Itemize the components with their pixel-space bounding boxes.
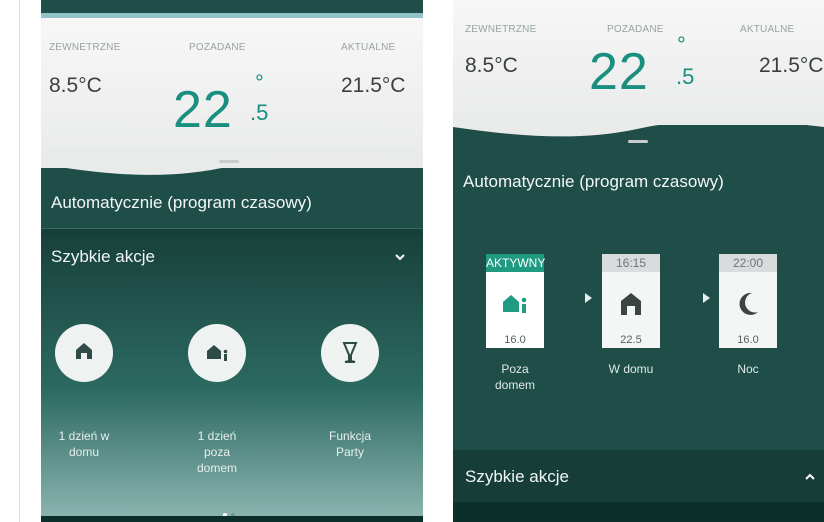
- schedule-card[interactable]: 22:00 16.0: [719, 254, 777, 348]
- desired-temp-integer[interactable]: 22: [173, 80, 233, 140]
- quick-actions-title[interactable]: Szybkie akcje: [51, 247, 155, 267]
- away-house-icon: [207, 345, 228, 361]
- bottom-bar: [41, 516, 423, 522]
- schedule-card-head: AKTYWNY: [486, 254, 546, 272]
- bottom-bar: [453, 502, 824, 522]
- schedule-card[interactable]: 16:15 22.5: [602, 254, 660, 348]
- temperature-header: ZEWNETRZNE POZADANE AKTUALNE 8.5°C 22 ° …: [41, 18, 423, 168]
- desired-temp-degree: °: [255, 70, 264, 95]
- schedule-card-active[interactable]: AKTYWNY 16.0: [486, 254, 546, 348]
- mode-label[interactable]: Automatycznie (program czasowy): [51, 193, 312, 213]
- header-wave: [41, 150, 423, 175]
- schedule-name: W domu: [596, 361, 666, 377]
- thermostat-screen-left: ZEWNETRZNE POZADANE AKTUALNE 8.5°C 22 ° …: [41, 0, 423, 522]
- away-house-icon: [503, 295, 527, 313]
- schedule-card-temp: 16.0: [737, 334, 759, 346]
- label-line: 1 dzień: [197, 429, 237, 443]
- label-line: 1 dzień w: [58, 429, 110, 443]
- schedule-name: Noc: [713, 361, 783, 377]
- quick-action-label: Funkcja Party: [307, 428, 393, 460]
- desired-temp-degree: °: [677, 32, 686, 57]
- chevron-down-icon[interactable]: [393, 250, 407, 264]
- label-line: domu: [68, 445, 100, 459]
- schedule-card-head: 22:00: [719, 254, 777, 272]
- outdoor-label: ZEWNETRZNE: [49, 42, 121, 53]
- moon-icon: [739, 292, 758, 315]
- outdoor-temp: 8.5°C: [465, 54, 518, 77]
- label-line: domem: [196, 461, 237, 475]
- schedule-card-temp: 16.0: [504, 334, 526, 346]
- schedule-card-head: 16:15: [602, 254, 660, 272]
- drag-handle[interactable]: [219, 160, 239, 163]
- quick-action-away-day-button[interactable]: [188, 324, 246, 382]
- current-label: AKTUALNE: [740, 24, 795, 35]
- name-line: W domu: [608, 362, 654, 376]
- mode-label[interactable]: Automatycznie (program czasowy): [463, 172, 724, 192]
- arrow-right-icon: [585, 293, 592, 303]
- page-divider: [19, 0, 20, 522]
- schedule-name: Poza domem: [480, 361, 550, 393]
- quick-action-home-day-button[interactable]: [55, 324, 113, 382]
- arrow-right-icon: [703, 293, 710, 303]
- outdoor-label: ZEWNETRZNE: [465, 24, 537, 35]
- outdoor-temp: 8.5°C: [49, 74, 102, 97]
- desired-temp-decimal: .5: [676, 64, 695, 89]
- current-label: AKTUALNE: [341, 42, 396, 53]
- label-line: poza: [203, 445, 231, 459]
- desired-temp-integer[interactable]: 22: [589, 42, 649, 102]
- name-line: Noc: [737, 362, 759, 376]
- chevron-up-icon[interactable]: [803, 470, 817, 484]
- name-line: domem: [494, 378, 535, 392]
- house-icon: [76, 343, 92, 359]
- desired-label: POZADANE: [607, 24, 664, 35]
- quick-action-party-button[interactable]: [321, 324, 379, 382]
- label-line: Funkcja: [328, 429, 372, 443]
- quick-actions-title[interactable]: Szybkie akcje: [465, 467, 569, 487]
- quick-action-label: 1 dzień poza domem: [174, 428, 260, 476]
- drag-handle[interactable]: [628, 140, 648, 143]
- house-icon: [621, 293, 641, 315]
- desired-temp-decimal: .5: [250, 100, 269, 125]
- label-line: Party: [335, 445, 364, 459]
- thermostat-screen-right: ZEWNETRZNE POZADANE AKTUALNE 8.5°C 22 ° …: [453, 0, 824, 522]
- name-line: Poza: [501, 362, 529, 376]
- schedule-card-temp: 22.5: [620, 334, 642, 346]
- temperature-header: ZEWNETRZNE POZADANE AKTUALNE 8.5°C 22 ° …: [453, 0, 824, 125]
- current-temp: 21.5°C: [759, 54, 824, 77]
- wine-glass-icon: [342, 342, 358, 363]
- desired-label: POZADANE: [189, 42, 246, 53]
- quick-action-label: 1 dzień w domu: [41, 428, 127, 460]
- current-temp: 21.5°C: [341, 74, 406, 97]
